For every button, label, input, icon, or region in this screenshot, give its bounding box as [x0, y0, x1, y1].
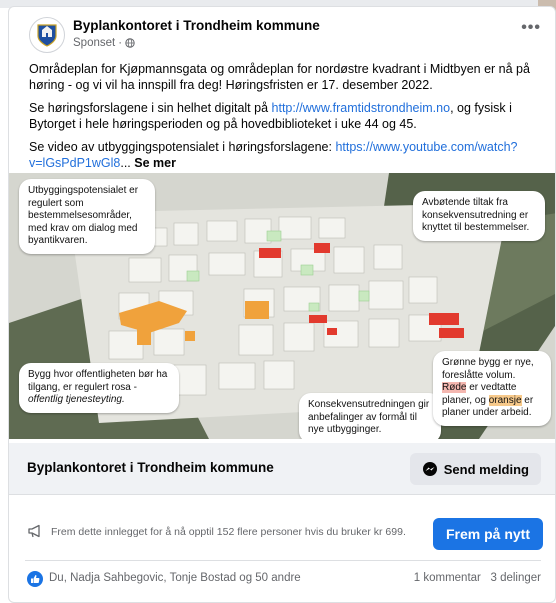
engagement-counts: 1 kommentar 3 delinger: [414, 572, 541, 584]
cta-bar: Byplankontoret i Trondheim kommune Send …: [9, 443, 555, 495]
megaphone-icon: [28, 524, 40, 538]
like-reaction-icon[interactable]: [27, 571, 43, 587]
cta-page-name[interactable]: Byplankontoret i Trondheim kommune: [27, 460, 274, 475]
sponsored-label: Sponset ·: [73, 37, 135, 49]
post-paragraph-2: Se høringsforslagene i sin helhet digita…: [29, 100, 541, 132]
boost-again-button[interactable]: Frem på nytt: [432, 518, 543, 550]
post-image[interactable]: Utbyggingspotensialet er regulert som be…: [9, 173, 555, 439]
messenger-icon: [422, 462, 437, 476]
reaction-names[interactable]: Du, Nadja Sahbegovic, Tonje Bostad og 50…: [49, 572, 301, 584]
bubble-bottom-left: Bygg hvor offentligheten bør ha tilgang,…: [19, 363, 179, 413]
thumbs-up-icon: [31, 575, 40, 583]
send-message-button[interactable]: Send melding: [409, 453, 541, 485]
boost-text: Frem dette innlegget for å nå opptil 152…: [51, 526, 406, 538]
framtid-link[interactable]: http://www.framtidstrondheim.no: [272, 101, 451, 115]
bubble-right: Grønne bygg er nye, foreslåtte volum. Rø…: [433, 351, 551, 426]
bubble-right-orange: oransje: [488, 394, 522, 406]
bubble-top-left-text: Utbyggingspotensialet er regulert som be…: [28, 185, 139, 246]
share-count[interactable]: 3 delinger: [490, 572, 541, 584]
bubble-bottom-left-text: Bygg hvor offentligheten bør ha tilgang,…: [28, 369, 168, 393]
sponsored-text: Sponset: [73, 37, 116, 49]
post-header: Byplankontoret i Trondheim kommune Spons…: [9, 7, 555, 59]
page-name[interactable]: Byplankontoret i Trondheim kommune: [73, 18, 320, 33]
send-message-label: Send melding: [443, 461, 529, 477]
post-paragraph-3: Se video av utbyggingspotensialet i høri…: [29, 139, 541, 171]
coat-of-arms-icon: [37, 24, 57, 47]
reactions-row: Du, Nadja Sahbegovic, Tonje Bostad og 50…: [9, 569, 555, 591]
boost-row: Frem dette innlegget for å nå opptil 152…: [9, 511, 555, 551]
paragraph-3-text: Se video av utbyggingspotensialet i høri…: [29, 140, 336, 154]
bubble-top-right: Avbøtende tiltak fra konsekvensutredning…: [413, 191, 545, 241]
paragraph-2-text-a: Se høringsforslagene i sin helhet digita…: [29, 101, 272, 115]
ellipsis: ...: [120, 156, 131, 170]
comment-count[interactable]: 1 kommentar: [414, 572, 481, 584]
post-card: Byplankontoret i Trondheim kommune Spons…: [8, 6, 556, 603]
bubble-top-right-text: Avbøtende tiltak fra konsekvensutredning…: [422, 197, 530, 233]
bubble-bottom-mid: Konsekvensutredningen gir anbefalinger a…: [299, 393, 441, 439]
page-avatar[interactable]: [29, 17, 65, 53]
globe-icon: [125, 38, 135, 48]
bubble-bottom-mid-text: Konsekvensutredningen gir anbefalinger a…: [308, 399, 430, 435]
divider: [25, 560, 541, 561]
see-more-link[interactable]: Se mer: [134, 156, 176, 170]
post-text: Områdeplan for Kjøpmannsgata og områdepl…: [29, 61, 541, 178]
post-paragraph-1: Områdeplan for Kjøpmannsgata og områdepl…: [29, 62, 530, 92]
more-options-button[interactable]: •••: [521, 19, 541, 37]
bubble-bottom-left-italic: offentlig tjenesteyting.: [28, 394, 125, 405]
bubble-right-red: Røde: [442, 382, 467, 393]
bubble-top-left: Utbyggingspotensialet er regulert som be…: [19, 179, 155, 254]
bubble-right-text-a: Grønne bygg er nye, foreslåtte volum.: [442, 357, 534, 381]
